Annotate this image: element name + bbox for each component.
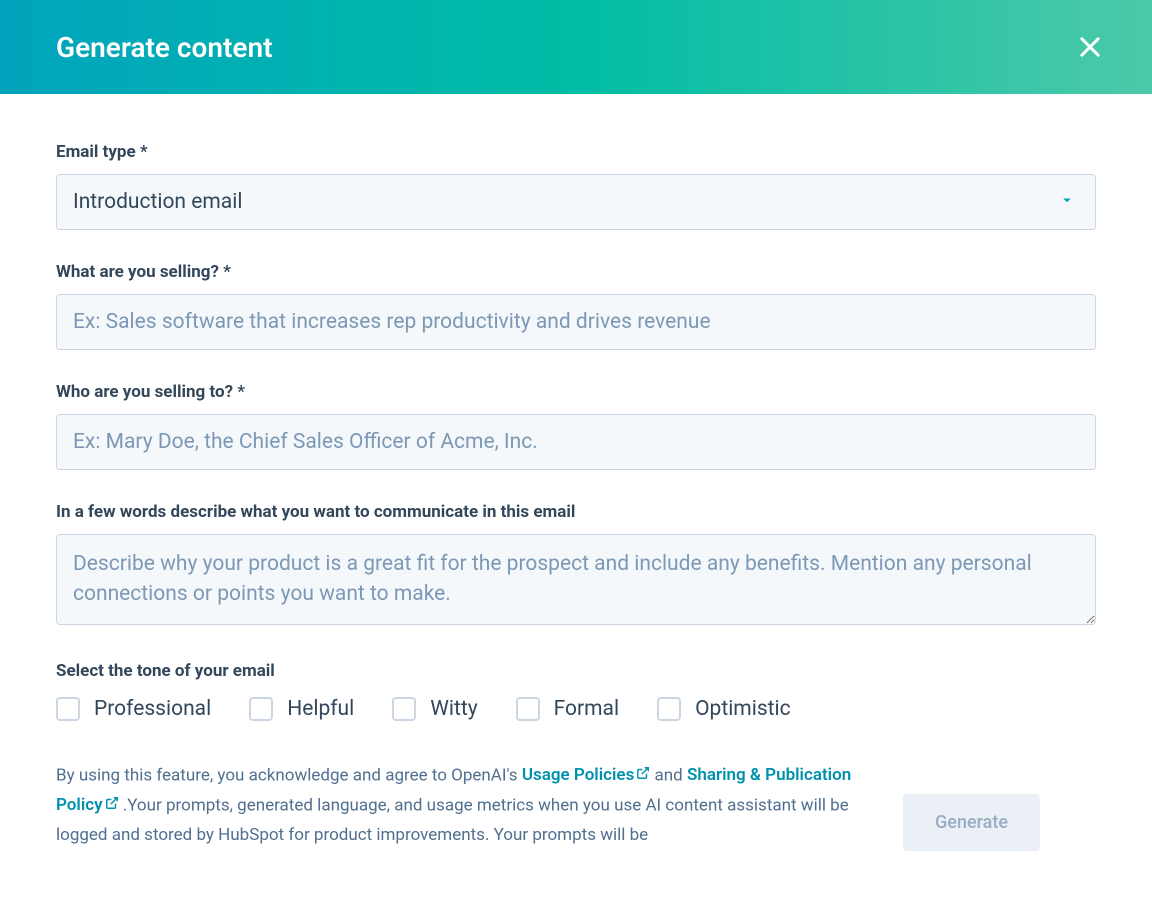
email-type-label: Email type * bbox=[56, 142, 1096, 162]
email-type-select[interactable] bbox=[56, 174, 1096, 230]
tone-group: Select the tone of your email Profession… bbox=[56, 661, 1096, 721]
tone-option-formal[interactable]: Formal bbox=[516, 697, 619, 721]
disclaimer-suffix: .Your prompts, generated language, and u… bbox=[56, 795, 849, 845]
disclaimer-prefix: By using this feature, you acknowledge a… bbox=[56, 765, 522, 785]
modal-title: Generate content bbox=[56, 31, 273, 64]
selling-input[interactable] bbox=[56, 294, 1096, 350]
modal-header: Generate content bbox=[0, 0, 1152, 94]
external-link-icon bbox=[105, 791, 119, 821]
tone-option-helpful[interactable]: Helpful bbox=[249, 697, 354, 721]
disclaimer-text: By using this feature, you acknowledge a… bbox=[56, 761, 886, 851]
describe-group: In a few words describe what you want to… bbox=[56, 502, 1096, 629]
checkbox-icon bbox=[657, 697, 681, 721]
selling-to-label: Who are you selling to? * bbox=[56, 382, 1096, 402]
selling-group: What are you selling? * bbox=[56, 262, 1096, 350]
tone-option-label: Helpful bbox=[287, 697, 354, 721]
email-type-select-wrapper bbox=[56, 174, 1096, 230]
external-link-icon bbox=[636, 761, 650, 791]
tone-option-professional[interactable]: Professional bbox=[56, 697, 211, 721]
tone-checkbox-row: Professional Helpful Witty Formal Optimi… bbox=[56, 697, 1096, 721]
email-type-group: Email type * bbox=[56, 142, 1096, 230]
tone-option-witty[interactable]: Witty bbox=[392, 697, 477, 721]
checkbox-icon bbox=[56, 697, 80, 721]
checkbox-icon bbox=[392, 697, 416, 721]
generate-button[interactable]: Generate bbox=[903, 794, 1040, 851]
tone-label: Select the tone of your email bbox=[56, 661, 1096, 681]
tone-option-optimistic[interactable]: Optimistic bbox=[657, 697, 791, 721]
modal-body: Email type * What are you selling? * Who… bbox=[0, 94, 1152, 851]
close-icon[interactable] bbox=[1076, 33, 1104, 61]
selling-to-group: Who are you selling to? * bbox=[56, 382, 1096, 470]
tone-option-label: Formal bbox=[554, 697, 619, 721]
selling-to-input[interactable] bbox=[56, 414, 1096, 470]
checkbox-icon bbox=[516, 697, 540, 721]
checkbox-icon bbox=[249, 697, 273, 721]
bottom-row: By using this feature, you acknowledge a… bbox=[56, 761, 1096, 851]
describe-textarea[interactable] bbox=[56, 534, 1096, 625]
tone-option-label: Witty bbox=[430, 697, 477, 721]
disclaimer-mid1: and bbox=[655, 765, 687, 785]
tone-option-label: Professional bbox=[94, 697, 211, 721]
selling-label: What are you selling? * bbox=[56, 262, 1096, 282]
describe-label: In a few words describe what you want to… bbox=[56, 502, 1096, 522]
tone-option-label: Optimistic bbox=[695, 697, 791, 721]
usage-policies-link[interactable]: Usage Policies bbox=[522, 765, 651, 785]
